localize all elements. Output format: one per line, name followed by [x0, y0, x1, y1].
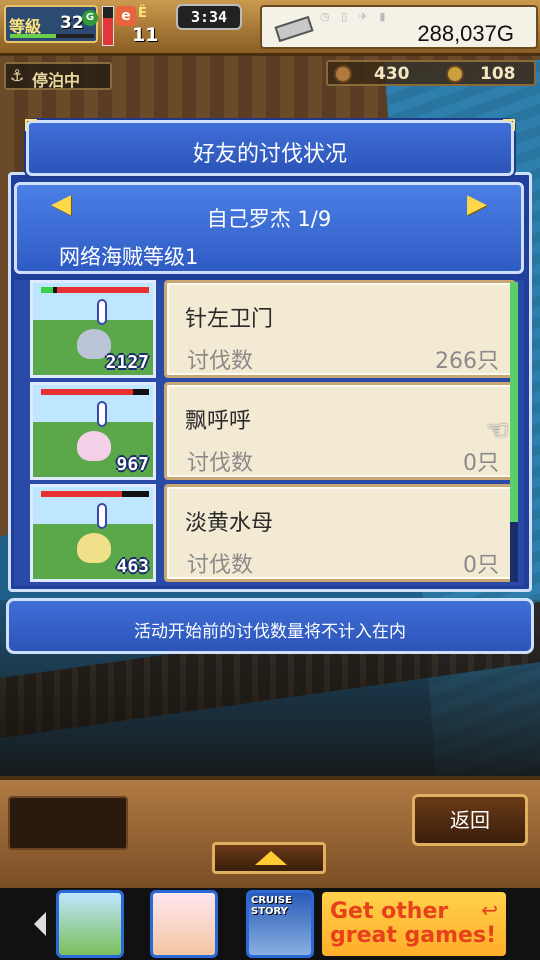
ad-banner: CRUISE STORY Get other great games! ↩ — [0, 888, 540, 960]
back-button[interactable]: 返回 — [412, 794, 528, 846]
player-name: 自己罗杰 1/9 — [206, 207, 332, 231]
kill-label: 讨伐数 — [187, 451, 254, 476]
hp-bar — [41, 287, 149, 293]
get-games-text: Get other great games! — [330, 899, 497, 948]
bottom-panel: 返回 — [0, 776, 540, 888]
cruise-story-logo: CRUISE STORY — [251, 895, 292, 917]
energy-e-icon: e — [116, 6, 136, 26]
ad-prev-arrow-icon[interactable] — [34, 912, 46, 936]
list-item[interactable]: 967 飘呼呼 讨伐数 0只 — [30, 382, 518, 482]
empty-slot — [8, 796, 128, 850]
list-item[interactable]: 463 淡黄水母 讨伐数 0只 — [30, 484, 518, 584]
up-arrow-icon — [255, 851, 287, 865]
energy-label: Ë — [138, 6, 147, 21]
corner-ornament — [25, 119, 37, 131]
monster-sprite — [77, 431, 111, 461]
system-status-icons: ◷ ▯ ✈ ▮ — [320, 10, 390, 23]
docked-status: ⚓ 停泊中 — [4, 62, 112, 90]
monster-thumbnail: 967 — [30, 382, 156, 480]
alert-icon — [97, 503, 107, 529]
energy-value: 11 — [132, 24, 159, 46]
meat-icon — [334, 65, 352, 83]
dialog-title-banner: 好友的讨伐状况 — [25, 119, 515, 176]
ad-game-tile-characters[interactable] — [150, 890, 218, 958]
kill-count: 0只 — [463, 553, 499, 578]
kill-label: 讨伐数 — [187, 349, 254, 374]
ad-game-tile-rocket[interactable] — [56, 890, 124, 958]
dialog-title: 好友的讨伐状况 — [192, 142, 347, 167]
monster-name: 针左卫门 — [185, 307, 274, 332]
alert-icon — [97, 401, 107, 427]
hp-bar — [41, 491, 149, 497]
notice-bar: 活动开始前的讨伐数量将不计入在内 — [6, 598, 534, 654]
gold-box: ◷ ▯ ✈ ▮ 288,037G — [260, 5, 538, 49]
get-other-games-button[interactable]: Get other great games! ↩ — [322, 892, 506, 956]
monster-card[interactable]: 淡黄水母 讨伐数 0只 — [164, 484, 516, 582]
gold-bar-icon — [274, 15, 314, 43]
hp-green — [41, 287, 53, 293]
level-value: 32 — [60, 13, 84, 33]
player-header: ◀ ▶ 自己罗杰 1/9 网络海贼等级1 — [14, 182, 524, 274]
level-gauge — [10, 34, 94, 38]
g-badge-icon: G — [82, 10, 98, 26]
monster-count: 463 — [116, 556, 149, 577]
monster-card[interactable]: 飘呼呼 讨伐数 0只 — [164, 382, 516, 480]
game-clock: 3:34 — [176, 4, 242, 30]
monster-sprite — [77, 533, 111, 563]
ad-game-tile-cruise[interactable]: CRUISE STORY — [246, 890, 314, 958]
kill-label: 讨伐数 — [187, 553, 254, 578]
coin-icon — [446, 65, 464, 83]
kill-count: 266只 — [435, 349, 499, 374]
energy-bar — [102, 6, 114, 46]
monster-card[interactable]: 针左卫门 讨伐数 266只 — [164, 280, 516, 378]
list-scrollbar[interactable] — [510, 282, 518, 582]
notice-text: 活动开始前的讨伐数量将不计入在内 — [134, 622, 406, 642]
monster-name: 淡黄水母 — [185, 511, 274, 536]
gold-amount: 288,037G — [417, 21, 514, 46]
monster-thumbnail: 463 — [30, 484, 156, 582]
monster-count: 2127 — [105, 352, 149, 373]
monster-count: 967 — [116, 454, 149, 475]
monster-name: 飘呼呼 — [185, 409, 252, 434]
resource-2-value: 108 — [480, 64, 516, 84]
monster-thumbnail: 2127 — [30, 280, 156, 378]
monster-list[interactable]: 2127 针左卫门 讨伐数 266只 967 飘呼呼 讨伐数 0只 463 淡黄 — [14, 280, 524, 586]
top-hud: 等級 32 G e Ë 11 3:34 ◷ ▯ ✈ ▮ 288,037G — [0, 0, 540, 56]
corner-ornament — [503, 119, 515, 131]
scroll-thumb[interactable] — [510, 282, 518, 522]
docked-label: 停泊中 — [32, 71, 81, 90]
alert-icon — [97, 299, 107, 325]
pirate-level: 网络海贼等级1 — [59, 245, 199, 269]
resource-box: 430 108 — [326, 60, 536, 86]
hp-bar — [41, 389, 149, 395]
list-item[interactable]: 2127 针左卫门 讨伐数 266只 — [30, 280, 518, 380]
expand-up-button[interactable] — [212, 842, 326, 874]
anchor-icon: ⚓ — [10, 66, 25, 85]
hand-pointer-icon: ☜ — [486, 416, 510, 446]
return-arrow-icon: ↩ — [481, 898, 498, 922]
resource-1-value: 430 — [374, 64, 410, 84]
kill-count: 0只 — [463, 451, 499, 476]
